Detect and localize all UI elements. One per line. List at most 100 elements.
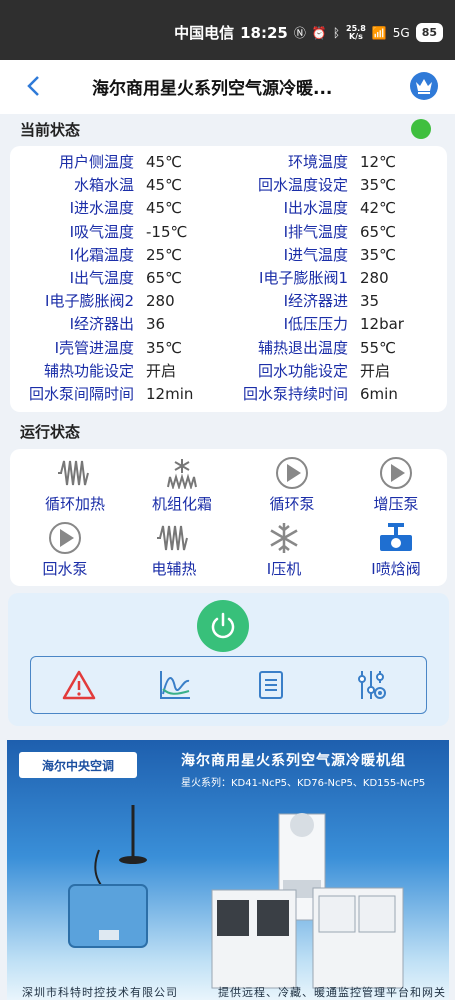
status-row: I经济器出 36 I低压压力 12bar [10, 313, 447, 336]
power-button[interactable] [197, 600, 249, 652]
status-value: 45℃ [146, 153, 182, 171]
sliders-gear-icon [358, 671, 386, 699]
page-title: 海尔商用星火系列空气源冷暖... [92, 79, 333, 99]
status-value: 280 [360, 268, 389, 287]
vip-button[interactable] [410, 72, 438, 100]
status-label: I电子膨胀阀1 [259, 268, 348, 287]
status-value: 12bar [360, 315, 404, 334]
status-value: 65℃ [146, 268, 182, 287]
heater-icon [58, 460, 89, 486]
pump-icon [276, 457, 308, 489]
status-row: I化霜温度 25℃ I进气温度 35℃ [10, 244, 447, 267]
status-label: I进气温度 [283, 245, 348, 264]
product-illustration [68, 805, 404, 989]
status-value: 55℃ [360, 338, 396, 357]
status-value: 35℃ [360, 245, 396, 264]
defrost-icon [167, 459, 197, 489]
status-label: I吸气温度 [69, 222, 134, 241]
run-status-title: 运行状态 [20, 423, 81, 441]
status-label: 用户侧温度 [58, 153, 134, 171]
settings-button[interactable] [353, 667, 389, 703]
current-status-card: 用户侧温度 45℃ 环境温度 12℃ 水箱水温 45℃ 回水温度设定 35℃ I进水温度 45℃ I… [10, 146, 447, 412]
toolbar [30, 656, 427, 714]
status-row: 辅热功能设定 开启 回水功能设定 开启 [10, 360, 447, 383]
carrier-name: 中国电信 [174, 24, 235, 42]
status-label: I经济器出 [69, 315, 134, 334]
status-label: 回水功能设定 [257, 361, 348, 380]
status-value: 280 [146, 292, 175, 311]
status-value: 12℃ [360, 153, 396, 171]
status-row: 用户侧温度 45℃ 环境温度 12℃ [10, 151, 447, 174]
status-row: 回水泵间隔时间 12min 回水泵持续时间 6min [10, 383, 447, 406]
power-icon [211, 612, 235, 639]
status-value: 35 [360, 292, 380, 311]
warning-icon [62, 670, 96, 700]
status-row: 水箱水温 45℃ 回水温度设定 35℃ [10, 174, 447, 197]
status-label: I化霜温度 [69, 245, 134, 264]
status-table: 用户侧温度 45℃ 环境温度 12℃ 水箱水温 45℃ 回水温度设定 35℃ I进水温度 45℃ I… [10, 151, 447, 406]
network-speed: 25.8 K/s [346, 23, 366, 41]
status-value: 25℃ [146, 245, 182, 264]
crown-icon [416, 79, 432, 94]
pump-icon [49, 522, 81, 554]
status-label: I进水温度 [69, 199, 134, 218]
line-chart-icon [160, 671, 190, 699]
status-item-defrost: 机组化霜 [132, 457, 232, 514]
status-label: I经济器进 [283, 292, 348, 311]
status-item-circulation-heating: 循环加热 [25, 457, 125, 514]
alarm-button[interactable] [61, 667, 97, 703]
pump-icon [380, 457, 412, 489]
status-bar: 中国电信 18:25 Ⓝ ⏰ ᛒ 25.8 K/s 📶 5G 85 [0, 0, 455, 60]
status-label: 辅热功能设定 [43, 361, 134, 380]
chart-button[interactable] [157, 667, 193, 703]
status-value: 6min [360, 384, 398, 403]
status-value: 36 [146, 315, 166, 334]
status-label: 辅热退出温度 [257, 338, 348, 357]
records-button[interactable] [253, 667, 289, 703]
alarm-icon: ⏰ [311, 25, 327, 40]
run-status-card: 循环加热 机组化霜 循环泵 增压泵 回水泵 电辅热 I压机 I喷焓阀 [10, 449, 447, 586]
status-row: I吸气温度 -15℃ I排气温度 65℃ [10, 221, 447, 244]
clock-time: 18:25 [240, 23, 288, 42]
back-button[interactable] [22, 74, 46, 98]
status-label: I低压压力 [283, 315, 348, 334]
status-value: 45℃ [146, 199, 182, 218]
app-header: 海尔商用星火系列空气源冷暖... [0, 60, 455, 114]
status-label: I排气温度 [283, 222, 348, 241]
status-item-injection-valve: I喷焓阀 [346, 522, 446, 579]
status-label: I出水温度 [283, 199, 348, 218]
current-status-title: 当前状态 [20, 121, 81, 139]
online-status-indicator [411, 119, 431, 139]
status-value: 12min [146, 384, 194, 403]
network-type: 5G [392, 25, 410, 40]
status-row: I进水温度 45℃ I出水温度 42℃ [10, 197, 447, 220]
wifi-icon: 📶 [371, 25, 387, 40]
status-value: 开启 [360, 361, 391, 380]
status-label: I壳管进温度 [54, 338, 134, 357]
status-row: I出气温度 65℃ I电子膨胀阀1 280 [10, 267, 447, 290]
status-label: 环境温度 [287, 153, 348, 171]
valve-icon [380, 523, 412, 551]
banner-footer: 深圳市科特时控技术有限公司 提供远程、冷藏、暖通监控管理平台和网关 [22, 986, 446, 999]
product-banner[interactable]: 海尔中央空调 海尔商用星火系列空气源冷暖机组 星火系列：KD41-NcP5、KD… [7, 740, 449, 1000]
battery-indicator: 85 [415, 23, 443, 42]
status-value: 35℃ [146, 338, 182, 357]
status-value: 42℃ [360, 199, 396, 218]
status-value: 35℃ [360, 176, 396, 195]
chevron-left-icon [27, 76, 39, 96]
status-label: I电子膨胀阀2 [45, 292, 134, 311]
status-row: I电子膨胀阀2 280 I经济器进 35 [10, 290, 447, 313]
status-label: 回水泵间隔时间 [28, 384, 134, 403]
heater-icon [157, 525, 188, 551]
nfc-icon: Ⓝ [293, 26, 306, 40]
status-item-circulation-pump: 循环泵 [242, 457, 342, 514]
bluetooth-icon: ᛒ [332, 25, 341, 40]
list-document-icon [259, 671, 283, 699]
status-item-electric-heating: 电辅热 [124, 522, 224, 579]
status-label: 水箱水温 [73, 176, 134, 195]
status-value: 开启 [146, 361, 177, 380]
status-item-return-pump: 回水泵 [15, 522, 115, 579]
status-row: I壳管进温度 35℃ 辅热退出温度 55℃ [10, 337, 447, 360]
status-item-compressor: I压机 [234, 522, 334, 579]
status-label: 回水温度设定 [257, 176, 348, 195]
